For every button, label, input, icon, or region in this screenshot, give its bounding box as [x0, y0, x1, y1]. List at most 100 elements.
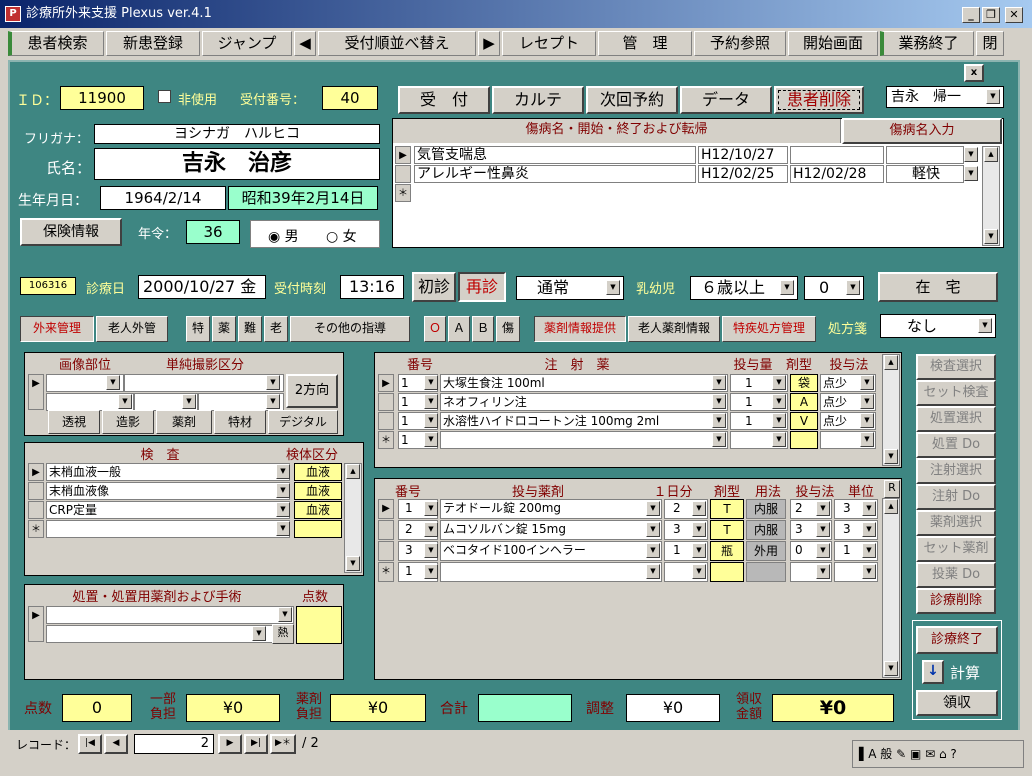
procedure-points[interactable] — [296, 606, 342, 644]
scroll-down-icon[interactable]: ▼ — [984, 229, 998, 244]
special-disease-rx-button[interactable]: 特疾処方管理 — [722, 316, 816, 342]
special-yaku[interactable]: 薬 — [212, 316, 236, 342]
inj-drug[interactable]: 大塚生食注 100ml — [440, 374, 728, 392]
menu-management[interactable]: 管 理 — [598, 31, 692, 56]
chevron-down-icon[interactable]: ▼ — [424, 394, 438, 409]
imaging-digital-button[interactable]: デジタル — [268, 410, 338, 434]
chevron-down-icon[interactable]: ▼ — [276, 502, 290, 517]
imaging-fluoro-button[interactable]: 透視 — [48, 410, 100, 434]
chevron-down-icon[interactable]: ▼ — [964, 147, 978, 162]
chevron-down-icon[interactable]: ▼ — [816, 501, 830, 516]
special-rou[interactable]: 老 — [264, 316, 288, 342]
drug-select-button[interactable]: 薬剤選択 — [916, 510, 996, 536]
row-selector[interactable]: ▶ — [378, 499, 394, 519]
chevron-down-icon[interactable]: ▼ — [772, 375, 786, 390]
unused-checkbox[interactable] — [158, 90, 171, 103]
elderly-drug-info-button[interactable]: 老人薬剤情報 — [628, 316, 720, 342]
inj-drug[interactable] — [440, 431, 728, 449]
inj-form[interactable] — [790, 431, 818, 449]
test-kind-3[interactable]: 血液 — [294, 501, 342, 519]
med-drug[interactable] — [440, 562, 662, 582]
row-selector[interactable]: ▶ — [28, 374, 44, 410]
injection-select-button[interactable]: 注射選択 — [916, 458, 996, 484]
test-name-new[interactable] — [46, 520, 290, 538]
chevron-down-icon[interactable]: ▼ — [646, 501, 660, 516]
chevron-down-icon[interactable]: ▼ — [646, 564, 660, 579]
medication-do-button[interactable]: 投薬 Do — [916, 562, 996, 588]
record-current[interactable]: 2 — [134, 734, 214, 754]
imaging-material-button[interactable]: 特材 — [214, 410, 266, 434]
menu-reservation[interactable]: 予約参照 — [694, 31, 786, 56]
direction-button[interactable]: 2方向 — [286, 374, 338, 408]
menu-new-patient[interactable]: 新患登録 — [106, 31, 200, 56]
special-other-guidance[interactable]: その他の指導 — [290, 316, 410, 342]
chevron-down-icon[interactable]: ▼ — [692, 501, 706, 516]
menu-patient-search[interactable]: 患者検索 — [8, 31, 104, 56]
calc-label[interactable]: 計算 — [950, 662, 980, 683]
set-test-button[interactable]: セット検査 — [916, 380, 996, 406]
new-row-selector[interactable]: ＊ — [395, 184, 411, 202]
close-button[interactable]: ✕ — [1005, 7, 1023, 23]
receipt-button[interactable]: 領収 — [916, 690, 998, 716]
chevron-down-icon[interactable]: ▼ — [266, 375, 280, 390]
chevron-down-icon[interactable]: ▼ — [862, 522, 876, 537]
chevron-down-icon[interactable]: ▼ — [252, 626, 266, 641]
tab-elderly-outpatient[interactable]: 老人外管 — [96, 316, 168, 342]
oab-o[interactable]: Ｏ — [424, 316, 446, 342]
chevron-down-icon[interactable]: ▼ — [424, 501, 438, 516]
med-usage[interactable] — [746, 562, 786, 582]
chevron-down-icon[interactable]: ▼ — [276, 464, 290, 479]
last-record-icon[interactable]: ▶| — [244, 734, 268, 754]
new-record-icon[interactable]: ▶＊ — [270, 734, 296, 754]
chevron-down-icon[interactable]: ▼ — [646, 522, 660, 537]
new-row-selector[interactable]: ＊ — [28, 520, 44, 538]
chevron-down-icon[interactable]: ▼ — [780, 280, 794, 295]
reception-no-field[interactable]: 40 — [322, 86, 378, 110]
chevron-down-icon[interactable]: ▼ — [606, 280, 620, 295]
imaging-contrast-button[interactable]: 造影 — [102, 410, 154, 434]
menu-start-screen[interactable]: 開始画面 — [788, 31, 878, 56]
chevron-down-icon[interactable]: ▼ — [424, 413, 438, 428]
chevron-down-icon[interactable]: ▼ — [860, 413, 874, 428]
row-selector[interactable] — [28, 482, 44, 500]
prev-record-icon[interactable]: ◀ — [104, 734, 128, 754]
inj-drug[interactable]: ネオフィリン注 — [440, 393, 728, 411]
chevron-down-icon[interactable]: ▼ — [816, 543, 830, 558]
chevron-down-icon[interactable]: ▼ — [424, 543, 438, 558]
menu-next[interactable]: ▶ — [478, 31, 500, 56]
chevron-down-icon[interactable]: ▼ — [978, 318, 992, 333]
row-selector[interactable]: ＊ — [378, 562, 394, 582]
chevron-down-icon[interactable]: ▼ — [862, 543, 876, 558]
row-selector[interactable]: ▶ — [378, 374, 394, 392]
procedure-do-button[interactable]: 処置 Do — [916, 432, 996, 458]
chevron-down-icon[interactable]: ▼ — [712, 432, 726, 447]
chevron-down-icon[interactable]: ▼ — [860, 394, 874, 409]
oab-b[interactable]: Ｂ — [472, 316, 494, 342]
ime-tray[interactable]: ▌A 般 ✎ ▣ ✉ ⌂ ? — [852, 740, 1024, 768]
chevron-down-icon[interactable]: ▼ — [712, 413, 726, 428]
test-name-3[interactable]: CRP定量 — [46, 501, 290, 519]
scroll-down-icon[interactable]: ▼ — [884, 661, 898, 676]
menu-jump[interactable]: ジャンプ — [202, 31, 292, 56]
test-name-2[interactable]: 末梢血液像 — [46, 482, 290, 500]
data-button[interactable]: データ — [680, 86, 772, 114]
scroll-down-icon[interactable]: ▼ — [346, 556, 360, 571]
restore-button[interactable]: ❐ — [982, 7, 1000, 23]
med-form[interactable]: T — [710, 520, 744, 540]
disease-end-2[interactable]: H12/02/28 — [790, 165, 884, 183]
disease-name-2[interactable]: アレルギー性鼻炎 — [414, 165, 696, 183]
chevron-down-icon[interactable]: ▼ — [846, 280, 860, 295]
row-selector[interactable] — [28, 501, 44, 519]
kana-field[interactable]: ヨシナガ ハルヒコ — [94, 124, 380, 144]
first-visit-button[interactable]: 初診 — [412, 272, 456, 302]
chart-button[interactable]: カルテ — [492, 86, 584, 114]
oab-a[interactable]: Ａ — [448, 316, 470, 342]
chevron-down-icon[interactable]: ▼ — [986, 89, 1000, 104]
drug-info-button[interactable]: 薬剤情報提供 — [534, 316, 626, 342]
disease-end-1[interactable] — [790, 146, 884, 164]
chevron-down-icon[interactable]: ▼ — [816, 564, 830, 579]
chevron-down-icon[interactable]: ▼ — [266, 394, 280, 409]
oab-wound[interactable]: 傷 — [496, 316, 520, 342]
chevron-down-icon[interactable]: ▼ — [772, 394, 786, 409]
special-toku[interactable]: 特 — [186, 316, 210, 342]
